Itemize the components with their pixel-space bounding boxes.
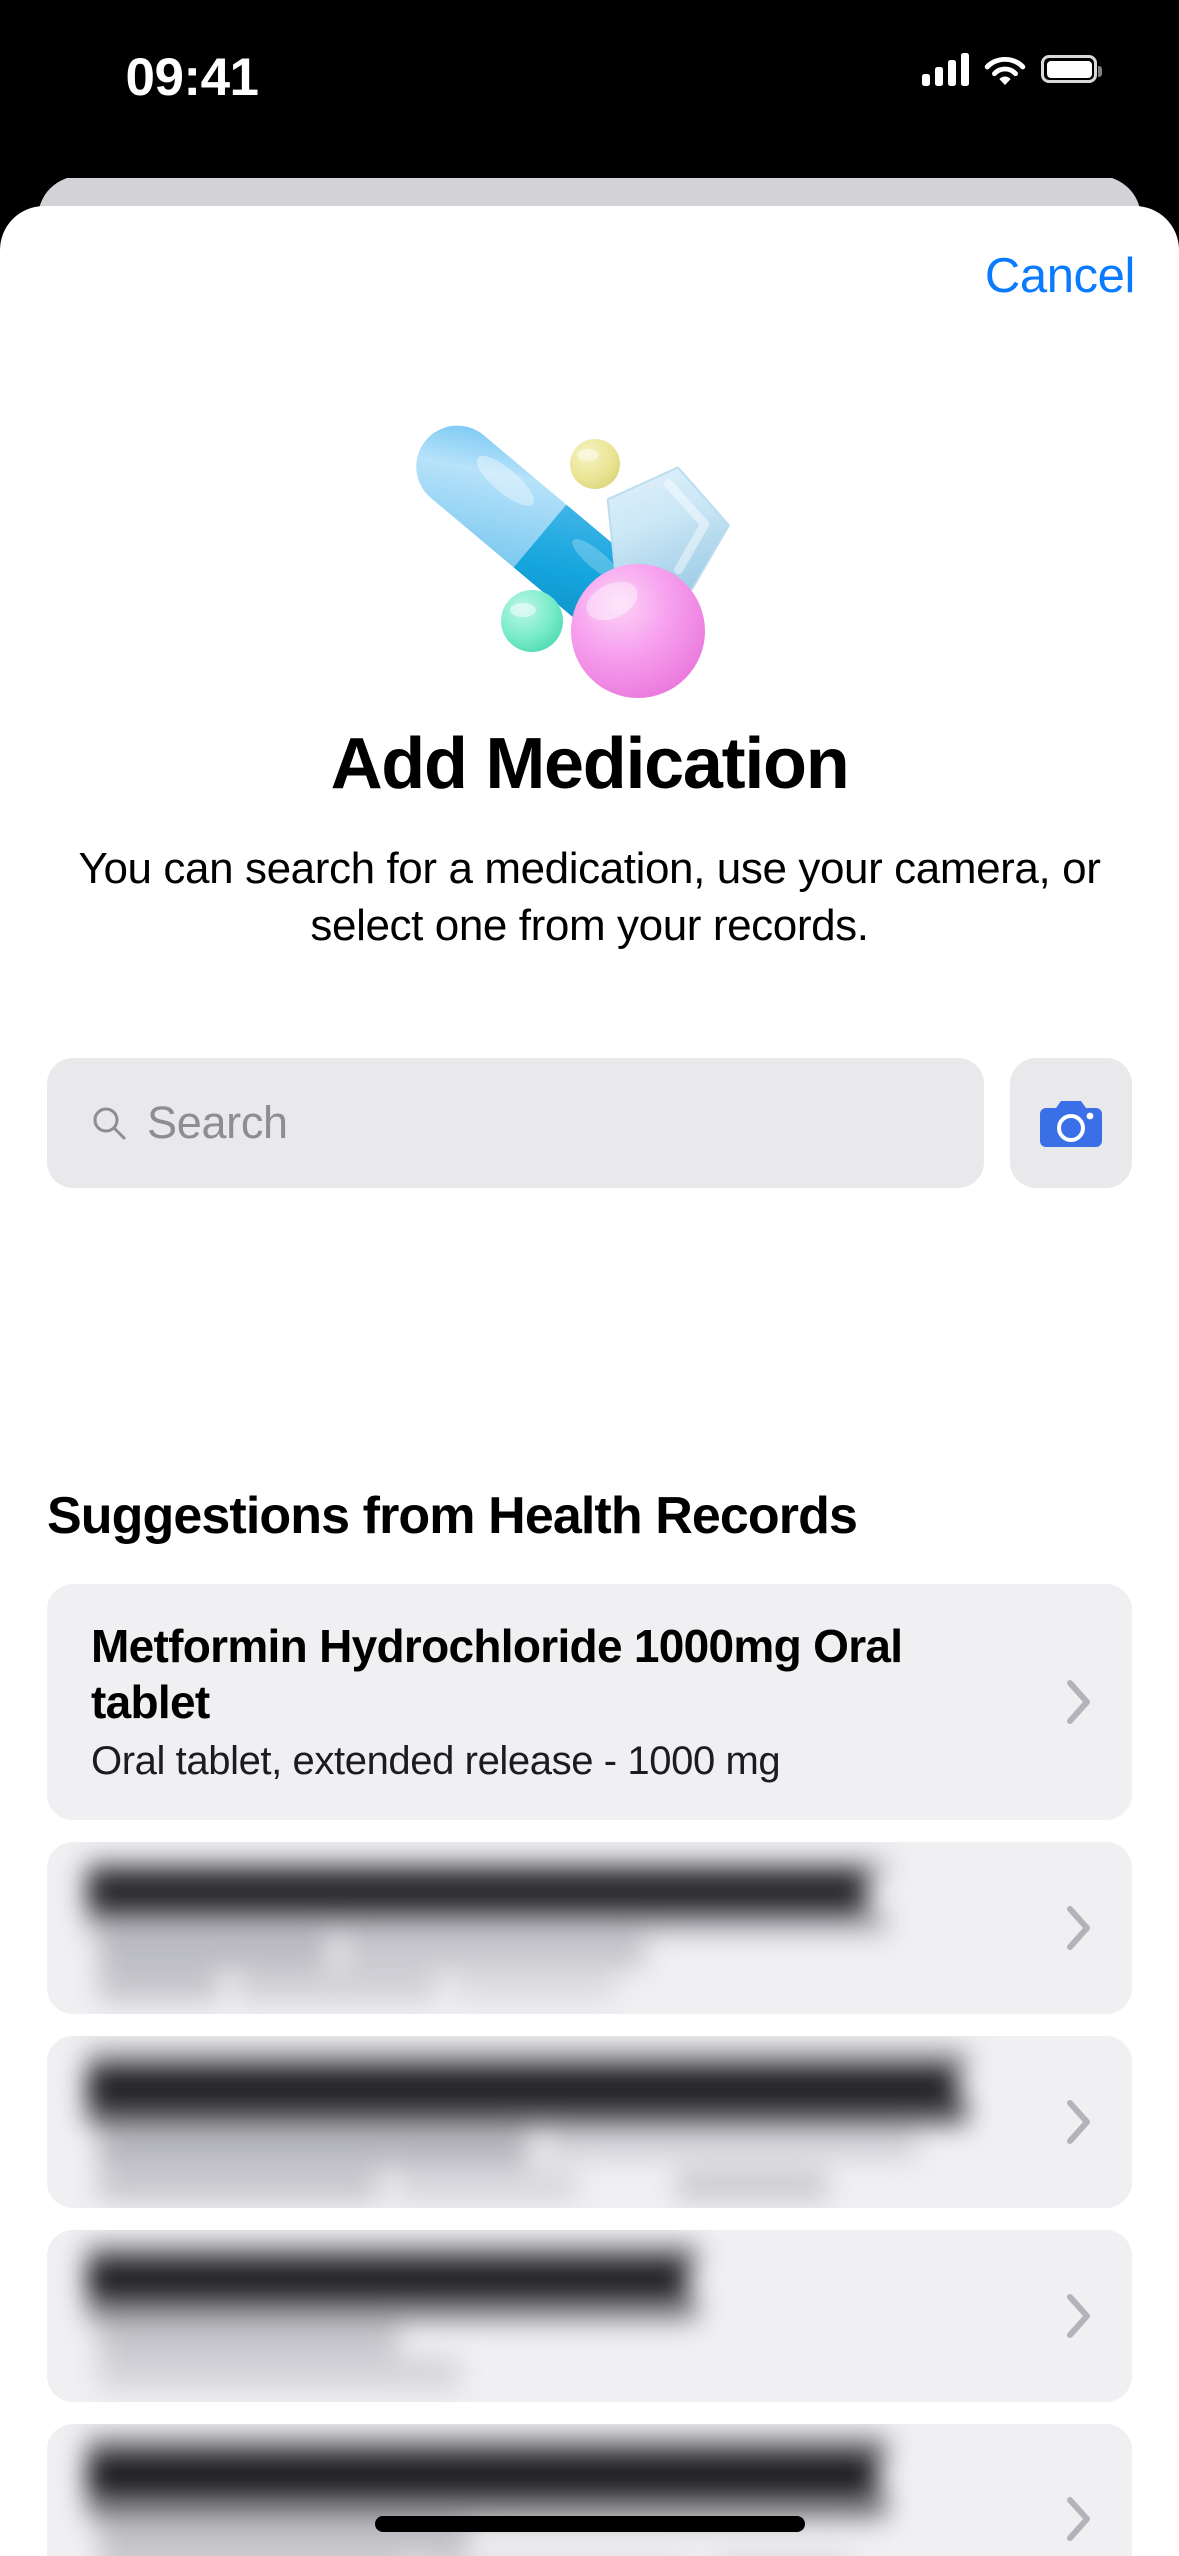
search-row bbox=[47, 1058, 1132, 1188]
redacted-content bbox=[77, 2036, 1037, 2208]
list-item-text: Metformin Hydrochloride 1000mg Oral tabl… bbox=[47, 1584, 1047, 1820]
list-item[interactable]: Metformin Hydrochloride 1000mg Oral tabl… bbox=[47, 1584, 1132, 1820]
list-item-subtitle: Oral tablet, extended release - 1000 mg bbox=[91, 1739, 781, 1783]
status-bar-indicators bbox=[922, 52, 1102, 86]
page-description: You can search for a medication, use you… bbox=[78, 844, 1101, 950]
redacted-content bbox=[77, 2230, 1037, 2402]
chevron-right-icon bbox=[1067, 1680, 1090, 1724]
list-item[interactable] bbox=[47, 1842, 1132, 2014]
list-item[interactable] bbox=[47, 2424, 1132, 2556]
status-bar-time: 09:41 bbox=[125, 48, 259, 107]
battery-full-icon bbox=[1041, 55, 1102, 83]
list-item[interactable] bbox=[47, 2230, 1132, 2402]
redacted-content bbox=[77, 1842, 1037, 2014]
suggestions-list: Metformin Hydrochloride 1000mg Oral tabl… bbox=[47, 1584, 1132, 2556]
add-medication-sheet: Cancel Add Medication You can search for… bbox=[0, 206, 1179, 2556]
chevron-right-icon bbox=[1067, 2497, 1090, 2541]
search-input[interactable] bbox=[147, 1097, 984, 1149]
cancel-button[interactable]: Cancel bbox=[985, 248, 1136, 304]
camera-icon bbox=[1040, 1101, 1102, 1147]
search-field[interactable] bbox=[47, 1058, 984, 1188]
redacted-content bbox=[77, 2424, 1037, 2556]
list-item[interactable] bbox=[47, 2036, 1132, 2208]
list-item-title: Metformin Hydrochloride 1000mg Oral tabl… bbox=[91, 1620, 903, 1728]
chevron-right-icon bbox=[1067, 2100, 1090, 2144]
status-bar: 09:41 bbox=[0, 0, 1179, 178]
page-title: Add Medication bbox=[330, 724, 850, 804]
wifi-icon bbox=[984, 57, 1026, 85]
search-icon bbox=[93, 1107, 126, 1140]
iphone-screen: 09:41 Cancel Add Medication You can sear… bbox=[0, 0, 1179, 2556]
camera-button[interactable] bbox=[1010, 1058, 1132, 1188]
suggestions-section-header: Suggestions from Health Records bbox=[47, 1487, 858, 1545]
cellular-signal-icon bbox=[922, 52, 969, 86]
medication-pills-illustration bbox=[416, 425, 730, 698]
chevron-right-icon bbox=[1067, 2294, 1090, 2338]
chevron-right-icon bbox=[1067, 1906, 1090, 1950]
home-indicator[interactable] bbox=[374, 2516, 805, 2532]
